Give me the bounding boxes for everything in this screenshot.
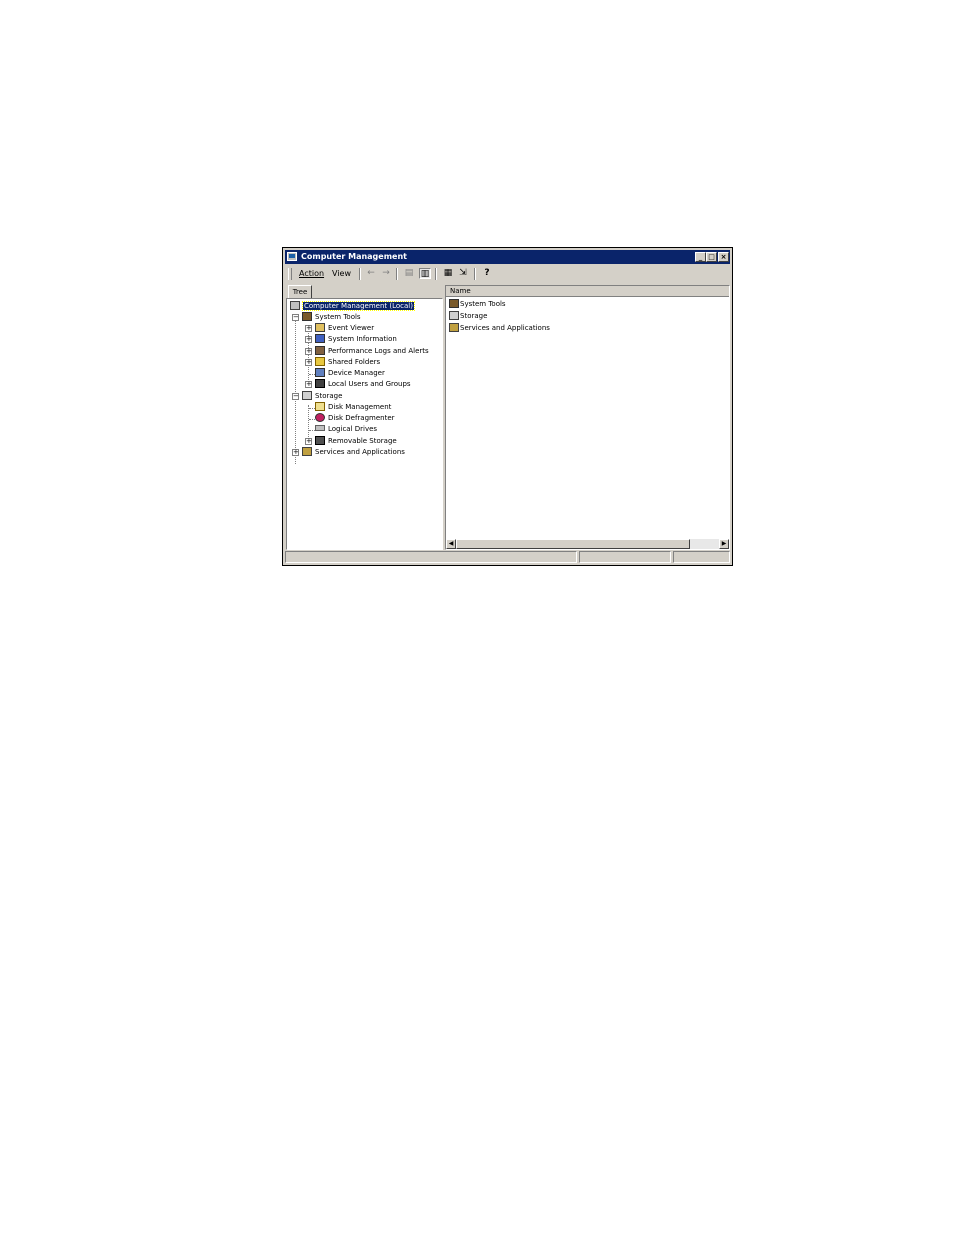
tree-item-disk-management[interactable]: Disk Management	[315, 402, 391, 413]
performance-logs-icon	[315, 346, 325, 355]
scroll-thumb[interactable]	[456, 539, 690, 549]
close-button[interactable]: ×	[718, 252, 729, 262]
storage-icon	[302, 391, 312, 400]
services-icon	[449, 323, 459, 332]
collapse-toggle[interactable]: −	[292, 393, 299, 400]
action-menu[interactable]: Action	[299, 268, 324, 279]
tree-item-label: Removable Storage	[328, 437, 397, 445]
tree-item-label: Event Viewer	[328, 324, 375, 332]
view-menu-label: View	[332, 269, 351, 278]
scroll-right-button[interactable]: ▶	[719, 539, 729, 549]
tree-item-label: Services and Applications	[315, 448, 405, 456]
list-item-label: System Tools	[460, 300, 506, 308]
toolbar: Action View ← → ▤ ▥ ▦ ⇲ ?	[285, 265, 730, 282]
name-column-header[interactable]: Name	[446, 286, 729, 297]
expand-toggle[interactable]: +	[305, 359, 312, 366]
services-icon	[302, 447, 312, 456]
details-list-pane[interactable]: Name System Tools Storage Services and A…	[445, 285, 730, 550]
tree-item-label: Disk Management	[328, 403, 392, 411]
back-arrow-icon[interactable]: ←	[365, 268, 377, 279]
tree-item-label: Local Users and Groups	[328, 380, 411, 388]
tree-item-label: Storage	[315, 392, 343, 400]
properties-icon[interactable]: ▦	[442, 268, 454, 279]
tree-item-label: Shared Folders	[328, 358, 381, 366]
status-cell-secondary	[579, 551, 671, 563]
disk-defragmenter-icon	[315, 413, 325, 422]
storage-icon	[449, 311, 459, 320]
maximize-button[interactable]: □	[706, 252, 717, 262]
disk-management-icon	[315, 402, 325, 411]
expand-toggle[interactable]: +	[305, 325, 312, 332]
tree-item-logical-drives[interactable]: Logical Drives	[315, 424, 377, 435]
tree-item-event-viewer[interactable]: Event Viewer	[315, 323, 374, 334]
title-bar[interactable]: Computer Management _ □ ×	[285, 250, 730, 264]
drive-icon	[315, 425, 325, 431]
tree-item-shared-folders[interactable]: Shared Folders	[315, 357, 380, 368]
tree-item-computer-management[interactable]: Computer Management (Local)	[290, 301, 415, 312]
tree-item-storage[interactable]: Storage	[302, 391, 342, 402]
tree-item-removable-storage[interactable]: Removable Storage	[315, 436, 397, 447]
tree-item-system-tools[interactable]: System Tools	[302, 312, 361, 323]
collapse-toggle[interactable]: −	[292, 314, 299, 321]
action-menu-label: Action	[299, 269, 325, 278]
status-cell-tertiary	[673, 551, 730, 563]
tree-tab[interactable]: Tree	[288, 285, 312, 299]
shared-folder-icon	[315, 357, 325, 366]
expand-toggle[interactable]: +	[292, 449, 299, 456]
tree-item-label: Computer Management (Local)	[302, 301, 415, 311]
status-bar	[285, 551, 730, 563]
list-item-label: Services and Applications	[460, 324, 550, 332]
window-title: Computer Management	[301, 252, 407, 261]
tree-pane: Tree Computer Management (Local) − Syste…	[286, 285, 443, 550]
up-one-level-icon[interactable]: ▤	[403, 268, 415, 279]
expand-toggle[interactable]: +	[305, 381, 312, 388]
expand-toggle[interactable]: +	[305, 336, 312, 343]
toolbar-separator	[474, 268, 476, 280]
computer-management-app-icon	[287, 252, 297, 261]
list-item[interactable]: System Tools	[449, 299, 506, 310]
users-icon	[315, 379, 325, 388]
toolbar-grip[interactable]	[288, 268, 292, 280]
view-menu[interactable]: View	[332, 268, 351, 279]
system-information-icon	[315, 334, 325, 343]
event-viewer-icon	[315, 323, 325, 332]
tree-item-services-applications[interactable]: Services and Applications	[302, 447, 405, 458]
list-item[interactable]: Services and Applications	[449, 323, 550, 334]
horizontal-scrollbar[interactable]: ◀ ▶	[446, 539, 729, 549]
help-icon[interactable]: ?	[481, 268, 493, 279]
expand-toggle[interactable]: +	[305, 438, 312, 445]
system-tools-icon	[302, 312, 312, 321]
list-item-label: Storage	[460, 312, 488, 320]
removable-storage-icon	[315, 436, 325, 445]
tree-item-label: Performance Logs and Alerts	[328, 347, 429, 355]
device-manager-icon	[315, 368, 325, 377]
tree-item-label: Logical Drives	[328, 425, 378, 433]
list-item[interactable]: Storage	[449, 311, 487, 322]
tree-item-disk-defragmenter[interactable]: Disk Defragmenter	[315, 413, 395, 424]
computer-icon	[290, 301, 300, 310]
tree-item-label: System Tools	[315, 313, 361, 321]
toolbar-separator	[359, 268, 361, 280]
show-hide-tree-icon[interactable]: ▥	[419, 268, 431, 279]
tree-item-label: System Information	[328, 335, 397, 343]
tree-item-system-information[interactable]: System Information	[315, 334, 397, 345]
tree-view[interactable]: Computer Management (Local) − System Too…	[286, 298, 443, 550]
minimize-button[interactable]: _	[695, 252, 706, 262]
computer-management-window: Computer Management _ □ × Action View ← …	[282, 247, 733, 566]
tree-item-performance-logs[interactable]: Performance Logs and Alerts	[315, 346, 429, 357]
tree-item-label: Disk Defragmenter	[328, 414, 395, 422]
system-tools-icon	[449, 299, 459, 308]
tree-item-device-manager[interactable]: Device Manager	[315, 368, 385, 379]
toolbar-separator	[435, 268, 437, 280]
forward-arrow-icon[interactable]: →	[380, 268, 392, 279]
tree-item-local-users[interactable]: Local Users and Groups	[315, 379, 411, 390]
scroll-left-button[interactable]: ◀	[446, 539, 456, 549]
toolbar-separator	[396, 268, 398, 280]
status-cell-main	[285, 551, 577, 563]
tree-item-label: Device Manager	[328, 369, 385, 377]
export-list-icon[interactable]: ⇲	[457, 268, 469, 279]
expand-toggle[interactable]: +	[305, 348, 312, 355]
